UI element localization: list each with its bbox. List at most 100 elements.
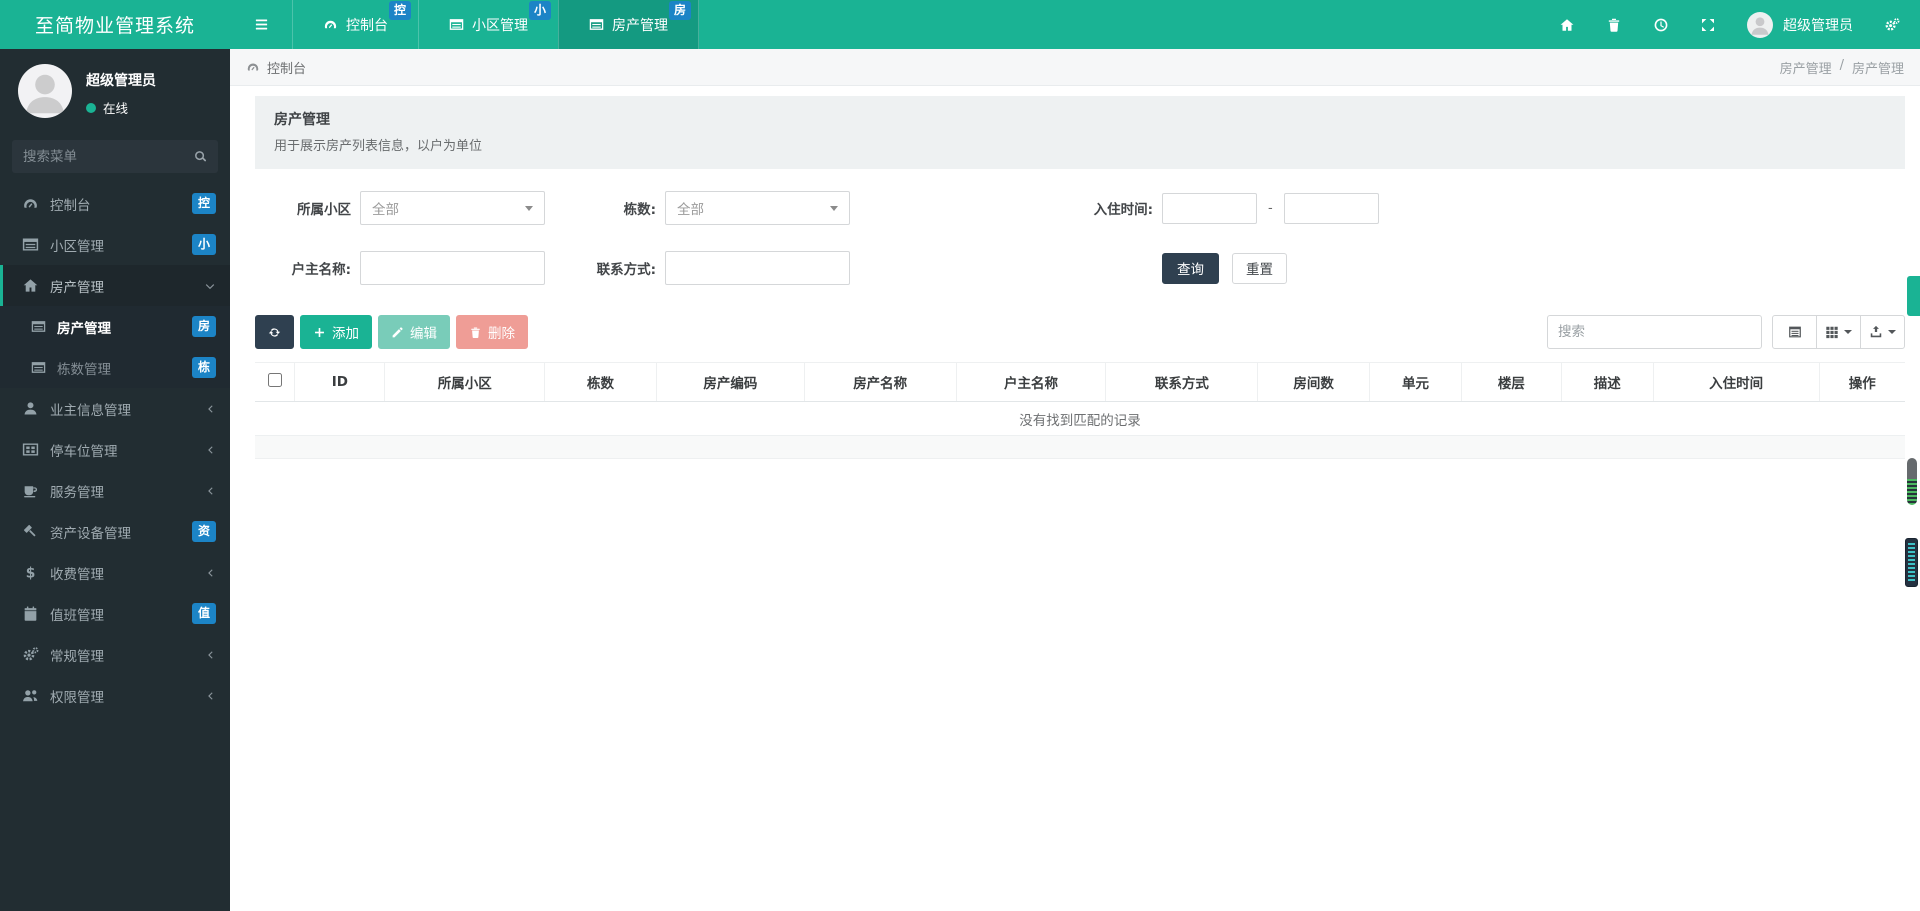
sidebar-item-label: 停车位管理	[50, 443, 118, 460]
sidebar-item-label: 业主信息管理	[50, 402, 131, 419]
dollar-icon: $	[26, 565, 36, 581]
export-button[interactable]	[1860, 315, 1905, 349]
sidebar-item-general[interactable]: 常规管理	[0, 634, 230, 675]
sidebar-item-label: 常规管理	[50, 648, 104, 665]
scroll-indicator-dark[interactable]	[1905, 538, 1918, 587]
breadcrumb-separator: /	[1839, 57, 1844, 73]
columns-button[interactable]	[1816, 315, 1861, 349]
sidebar-toggle-button[interactable]	[230, 0, 292, 49]
sidebar-item-community[interactable]: 小区管理 小	[0, 224, 230, 265]
topbar: 至简物业管理系统 控制台 控 小区管理 小 房产管理 房 超级管理员	[0, 0, 1920, 49]
tab-badge: 房	[668, 1, 691, 20]
owner-name-input[interactable]	[360, 251, 545, 285]
hamburger-icon	[255, 19, 267, 30]
tab-community-management[interactable]: 小区管理 小	[418, 0, 558, 49]
sidebar-item-assets[interactable]: 资产设备管理 资	[0, 511, 230, 552]
select-all-cell	[255, 362, 296, 402]
search-icon[interactable]	[193, 149, 208, 164]
delete-button[interactable]: 删除	[456, 315, 528, 349]
gauge-icon	[324, 20, 337, 29]
table-search-input[interactable]	[1547, 315, 1762, 349]
breadcrumb[interactable]: 控制台	[246, 58, 306, 77]
sidebar-item-permissions[interactable]: 权限管理	[0, 675, 230, 716]
col-owner-name: 户主名称	[955, 362, 1107, 402]
online-status: 在线	[86, 98, 156, 117]
col-room-count: 房间数	[1257, 362, 1371, 402]
delete-button-label: 删除	[488, 326, 515, 342]
table-footer-stripe	[255, 436, 1905, 459]
sidebar-item-dashboard[interactable]: 控制台 控	[0, 183, 230, 224]
sidebar-profile: 超级管理员 在线	[0, 49, 230, 124]
page-subtitle: 用于展示房产列表信息，以户为单位	[274, 139, 483, 154]
table-icon	[589, 19, 604, 30]
sidebar-item-label: 权限管理	[50, 689, 104, 706]
chevron-left-icon	[208, 486, 213, 495]
sidebar-item-label: 资产设备管理	[50, 525, 131, 542]
col-contact: 联系方式	[1105, 362, 1259, 402]
home-icon	[23, 279, 38, 292]
sidebar-item-property-parent[interactable]: 房产管理	[0, 265, 230, 306]
sidebar-item-parking[interactable]: 停车位管理	[0, 429, 230, 470]
community-select[interactable]: 全部	[360, 191, 545, 225]
chevron-left-icon	[208, 404, 213, 413]
community-select-value: 全部	[372, 202, 399, 218]
refresh-button[interactable]	[255, 315, 294, 349]
sidebar-item-fees[interactable]: $ 收费管理	[0, 552, 230, 593]
chevron-down-icon	[205, 283, 215, 289]
edit-button[interactable]: 编辑	[378, 315, 450, 349]
reset-button[interactable]: 重置	[1232, 252, 1287, 284]
caret-down-icon	[525, 205, 533, 211]
sidebar-item-service[interactable]: 服务管理	[0, 470, 230, 511]
building-select[interactable]: 全部	[665, 191, 850, 225]
gauge-icon	[24, 199, 37, 208]
avatar[interactable]	[18, 64, 72, 118]
checkin-time-label: 入住时间:	[1093, 202, 1153, 218]
menu-search-input[interactable]	[12, 140, 218, 173]
gauge-icon	[247, 63, 259, 71]
online-dot	[86, 102, 96, 113]
gavel-icon	[23, 524, 36, 537]
tab-dashboard[interactable]: 控制台 控	[292, 0, 418, 49]
online-status-label: 在线	[103, 101, 129, 116]
sidebar-item-badge: 房	[191, 316, 216, 337]
panel-body: 所属小区 全部 栋数: 全部 入住时间: - 户主名称: 联系方式: 查询 重置…	[255, 191, 1905, 459]
history-clock-icon[interactable]	[1653, 17, 1669, 33]
contact-label: 联系方式:	[596, 262, 656, 278]
sidebar-item-owner-info[interactable]: 业主信息管理	[0, 388, 230, 429]
cogs-icon[interactable]	[1884, 17, 1900, 33]
sidebar: 超级管理员 在线 控制台 控 小区管理 小 房产管理	[0, 49, 230, 911]
sidebar-item-property-list[interactable]: 房产管理 房	[0, 306, 230, 347]
scroll-indicator-dark-stripes	[1908, 543, 1915, 582]
sidebar-item-duty[interactable]: 值班管理 值	[0, 593, 230, 634]
empty-message: 没有找到匹配的记录	[255, 401, 1905, 436]
sidebar-item-label: 值班管理	[50, 607, 104, 624]
trash-icon[interactable]	[1606, 17, 1622, 33]
export-icon	[1870, 325, 1882, 338]
checkin-end-input[interactable]	[1283, 192, 1379, 224]
coffee-cup-icon	[24, 486, 38, 498]
edge-accent-tab[interactable]	[1907, 276, 1920, 316]
tab-property-management[interactable]: 房产管理 房	[558, 0, 699, 49]
sidebar-item-building-count[interactable]: 栋数管理 栋	[0, 347, 230, 388]
table-icon	[22, 238, 39, 251]
toggle-view-button[interactable]	[1772, 315, 1817, 349]
contact-input[interactable]	[665, 251, 850, 285]
cogs-icon	[23, 647, 39, 661]
select-all-checkbox[interactable]	[267, 373, 282, 387]
breadcrumb-dashboard: 控制台	[267, 61, 307, 77]
sidebar-item-label: 小区管理	[50, 238, 104, 255]
col-floor: 楼层	[1460, 362, 1562, 402]
sidebar-item-badge: 小	[191, 234, 216, 255]
checkin-range: -	[1162, 192, 1407, 224]
add-button[interactable]: 添加	[300, 315, 372, 349]
user-menu[interactable]: 超级管理员	[1747, 11, 1853, 38]
fullscreen-icon[interactable]	[1700, 17, 1716, 33]
topbar-user-name: 超级管理员	[1783, 17, 1853, 34]
view-button-group	[1772, 315, 1905, 349]
property-table: ID 所属小区 栋数 房产编码 房产名称 户主名称 联系方式 房间数 单元 楼层…	[255, 362, 1905, 436]
scroll-indicator-pill[interactable]	[1907, 458, 1917, 505]
building-select-value: 全部	[677, 202, 704, 218]
query-button[interactable]: 查询	[1162, 252, 1219, 284]
home-icon[interactable]	[1559, 17, 1575, 33]
checkin-start-input[interactable]	[1162, 192, 1257, 224]
